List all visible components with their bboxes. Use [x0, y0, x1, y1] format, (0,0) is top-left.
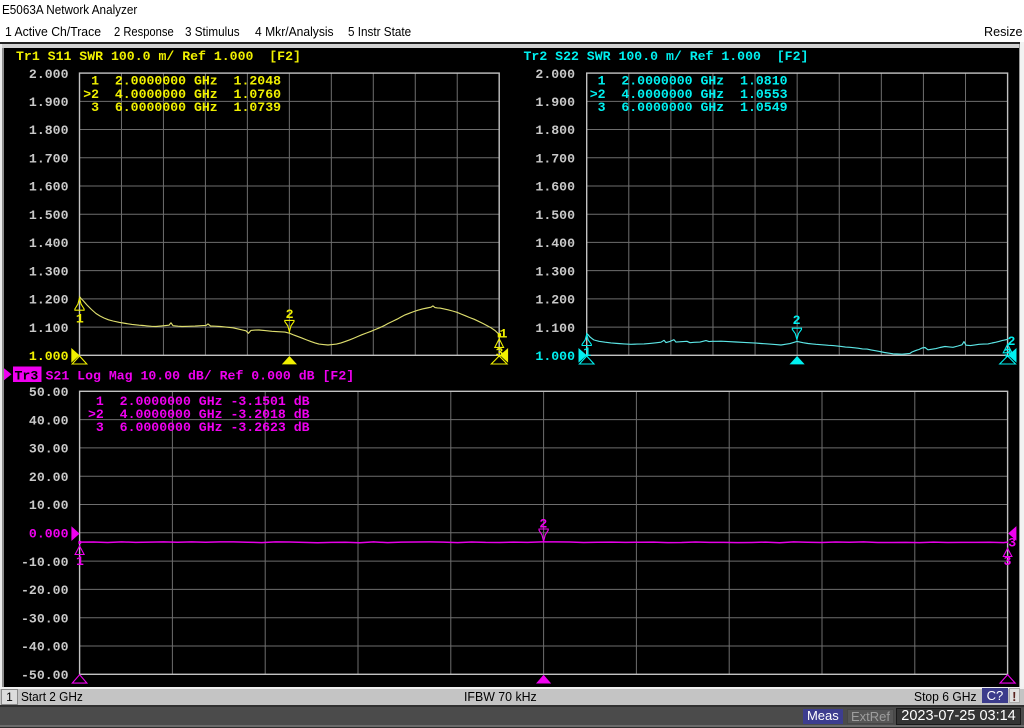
svg-text:1.400: 1.400 [29, 236, 69, 251]
svg-text:1.400: 1.400 [535, 236, 575, 251]
svg-text:1.800: 1.800 [29, 123, 69, 138]
svg-text:1.900: 1.900 [29, 95, 69, 110]
svg-text:-50.00: -50.00 [21, 668, 69, 683]
svg-text:1.300: 1.300 [535, 264, 575, 279]
svg-text:50.00: 50.00 [29, 385, 69, 400]
svg-text:1.200: 1.200 [535, 293, 575, 308]
svg-text:1.500: 1.500 [29, 208, 69, 223]
svg-text:1.100: 1.100 [29, 321, 69, 336]
svg-text:S21 Log Mag 10.00 dB/ Ref 0.00: S21 Log Mag 10.00 dB/ Ref 0.000 dB [F2] [38, 368, 355, 383]
svg-text:1.900: 1.900 [535, 95, 575, 110]
svg-text:1: 1 [500, 327, 508, 342]
svg-text:1.600: 1.600 [535, 180, 575, 195]
svg-text:Tr3: Tr3 [15, 368, 39, 383]
svg-text:1.200: 1.200 [29, 293, 69, 308]
svg-text:2.000: 2.000 [535, 67, 575, 82]
svg-text:2.000: 2.000 [29, 67, 69, 82]
svg-text:1: 1 [76, 311, 84, 326]
svg-text:Tr1 S11 SWR 100.0 m/ Ref 1.000: Tr1 S11 SWR 100.0 m/ Ref 1.000 [F2] [16, 49, 301, 64]
svg-text:Tr2 S22 SWR 100.0 m/ Ref 1.000: Tr2 S22 SWR 100.0 m/ Ref 1.000 [F2] [524, 49, 809, 64]
svg-text:20.00: 20.00 [29, 470, 69, 485]
svg-text:1.500: 1.500 [535, 208, 575, 223]
svg-text:3 6.0000000 GHz -3.2623 dB: 3 6.0000000 GHz -3.2623 dB [88, 420, 310, 435]
svg-text:1.100: 1.100 [535, 321, 575, 336]
svg-text:30.00: 30.00 [29, 442, 69, 457]
svg-text:3 6.0000000 GHz 1.0739: 3 6.0000000 GHz 1.0739 [83, 100, 281, 115]
svg-text:3: 3 [1008, 536, 1016, 551]
svg-text:1.600: 1.600 [29, 180, 69, 195]
svg-text:-30.00: -30.00 [21, 611, 69, 626]
svg-text:10.00: 10.00 [29, 498, 69, 513]
svg-text:0.000: 0.000 [29, 527, 69, 542]
svg-text:-10.00: -10.00 [21, 555, 69, 570]
svg-text:-40.00: -40.00 [21, 640, 69, 655]
svg-text:40.00: 40.00 [29, 413, 69, 428]
svg-text:1: 1 [76, 554, 84, 569]
svg-text:1.000: 1.000 [535, 349, 575, 364]
svg-text:2: 2 [286, 307, 294, 322]
svg-text:-20.00: -20.00 [21, 583, 69, 598]
svg-text:1.000: 1.000 [29, 349, 69, 364]
svg-text:1.700: 1.700 [535, 151, 575, 166]
svg-text:2: 2 [793, 313, 801, 328]
svg-text:3 6.0000000 GHz 1.0549: 3 6.0000000 GHz 1.0549 [590, 100, 788, 115]
svg-text:2: 2 [1008, 334, 1016, 349]
svg-text:1.700: 1.700 [29, 151, 69, 166]
svg-text:3: 3 [1004, 554, 1012, 569]
svg-text:1: 1 [583, 345, 591, 360]
svg-text:1.800: 1.800 [535, 123, 575, 138]
svg-text:1.300: 1.300 [29, 264, 69, 279]
